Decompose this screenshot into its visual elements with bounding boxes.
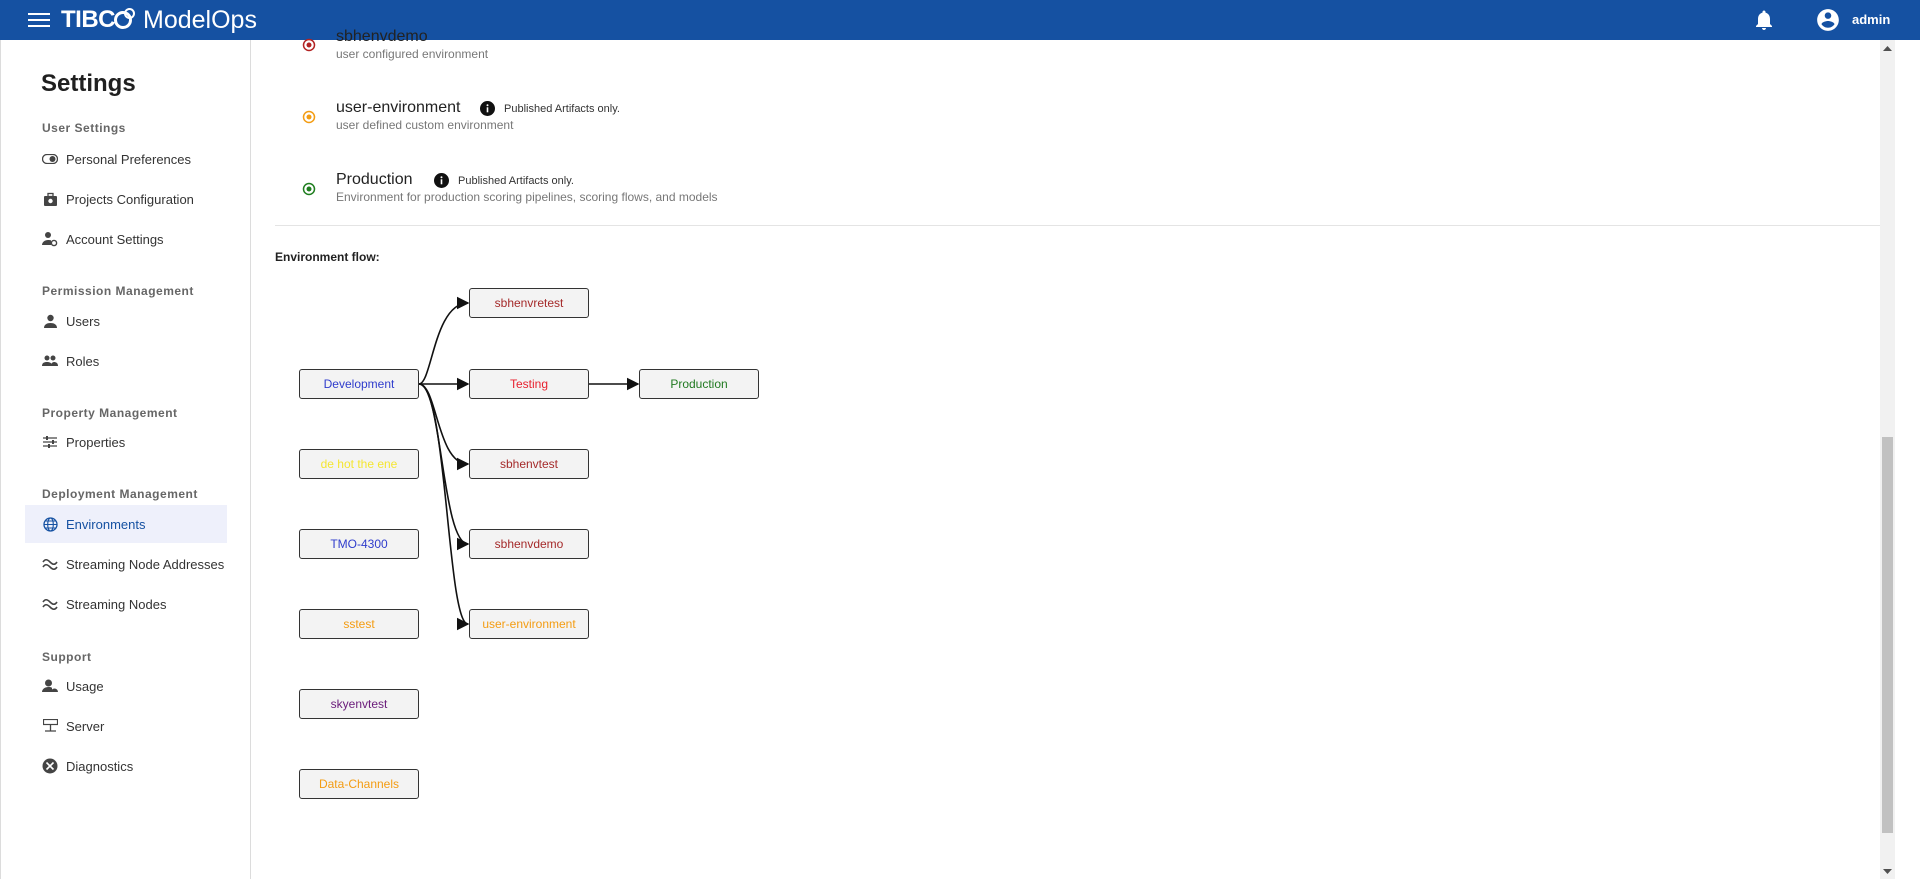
flow-node-sbhenvtest[interactable]: sbhenvtest: [469, 449, 589, 479]
sidebar-item-roles[interactable]: Roles: [25, 342, 227, 380]
sidebar-item-label: Streaming Nodes: [66, 596, 167, 612]
flow-node-user-environment[interactable]: user-environment: [469, 609, 589, 639]
section-heading-permission-management: Permission Management: [42, 284, 194, 298]
person-gear-icon: [42, 231, 58, 247]
sliders-icon: [42, 434, 58, 450]
sidebar-item-server[interactable]: Server: [25, 707, 227, 745]
flow-node-sstest[interactable]: sstest: [299, 609, 419, 639]
sidebar-item-label: Usage: [66, 678, 104, 694]
product-name: ModelOps: [143, 5, 257, 34]
sidebar-item-label: Diagnostics: [66, 758, 134, 774]
sidebar-item-environments[interactable]: Environments: [25, 505, 227, 543]
flow-edge-development-user-environment: [418, 383, 470, 631]
notifications-bell-icon[interactable]: [1752, 8, 1776, 32]
settings-sidebar: Settings User Settings Personal Preferen…: [0, 40, 251, 879]
hamburger-menu-icon[interactable]: [28, 10, 50, 30]
app-logo[interactable]: TIBC ModelOps: [61, 5, 257, 35]
main-content: sbhenvdemo user configured environment u…: [252, 28, 1880, 879]
brand-mark-icon: [114, 8, 135, 29]
sidebar-item-label: Roles: [66, 353, 100, 369]
globe-icon: [42, 516, 58, 532]
sidebar-item-label: Personal Preferences: [66, 151, 192, 167]
account-circle-icon[interactable]: [1815, 7, 1841, 33]
flow-node-production[interactable]: Production: [639, 369, 759, 399]
waves-icon: [42, 556, 58, 572]
sidebar-item-account-settings[interactable]: Account Settings: [25, 220, 227, 258]
flow-edge-development-sbhenvretest: [418, 296, 470, 385]
sidebar-item-usage[interactable]: Usage: [25, 667, 227, 705]
people-icon: [42, 353, 58, 369]
scroll-up-arrow-icon[interactable]: [1883, 44, 1892, 53]
sidebar-item-users[interactable]: Users: [25, 302, 227, 340]
sidebar-item-label: Server: [66, 718, 105, 734]
page-title: Settings: [41, 70, 136, 97]
section-heading-property-management: Property Management: [42, 406, 178, 420]
flow-node-tmo-4300[interactable]: TMO-4300: [299, 529, 419, 559]
flow-node-sbhenvretest[interactable]: sbhenvretest: [469, 288, 589, 318]
section-heading-support: Support: [42, 650, 92, 664]
sidebar-item-label: Streaming Node Addresses: [66, 556, 225, 572]
diagnostics-icon: [42, 758, 58, 774]
person-icon: [42, 313, 58, 329]
toggle-icon: [42, 151, 58, 167]
sidebar-item-personal-preferences[interactable]: Personal Preferences: [25, 140, 227, 178]
sidebar-item-properties[interactable]: Properties: [25, 423, 227, 461]
flow-edge-development-sbhenvtest: [418, 383, 470, 471]
server-icon: [42, 718, 58, 734]
flow-node-data-channels[interactable]: Data-Channels: [299, 769, 419, 799]
sidebar-item-streaming-node-addresses[interactable]: Streaming Node Addresses: [25, 545, 227, 583]
briefcase-gear-icon: [42, 191, 58, 207]
sidebar-item-projects-configuration[interactable]: Projects Configuration: [25, 180, 227, 218]
flow-edge-development-sbhenvdemo: [418, 383, 470, 551]
section-heading-user-settings: User Settings: [42, 121, 126, 135]
brand-name: TIBC: [61, 6, 116, 33]
section-heading-deployment-management: Deployment Management: [42, 487, 198, 501]
flow-node-skyenvtest[interactable]: skyenvtest: [299, 689, 419, 719]
sidebar-item-streaming-nodes[interactable]: Streaming Nodes: [25, 585, 227, 623]
flow-node-unnamed-yellow[interactable]: de hot the ene: [299, 449, 419, 479]
scrollbar-thumb[interactable]: [1882, 437, 1893, 833]
sidebar-item-label: Users: [66, 313, 100, 329]
sidebar-item-label: Environments: [66, 516, 146, 532]
waves-icon: [42, 596, 58, 612]
flow-node-sbhenvdemo[interactable]: sbhenvdemo: [469, 529, 589, 559]
flow-node-testing[interactable]: Testing: [469, 369, 589, 399]
sidebar-item-label: Account Settings: [66, 231, 164, 247]
scroll-down-arrow-icon[interactable]: [1883, 867, 1892, 876]
gauge-icon: [42, 678, 58, 694]
sidebar-item-label: Projects Configuration: [66, 191, 194, 207]
top-app-bar: TIBC ModelOps admin: [0, 0, 1920, 40]
user-name[interactable]: admin: [1852, 12, 1890, 27]
sidebar-item-label: Properties: [66, 434, 126, 450]
flow-node-development[interactable]: Development: [299, 369, 419, 399]
sidebar-item-diagnostics[interactable]: Diagnostics: [25, 747, 227, 785]
